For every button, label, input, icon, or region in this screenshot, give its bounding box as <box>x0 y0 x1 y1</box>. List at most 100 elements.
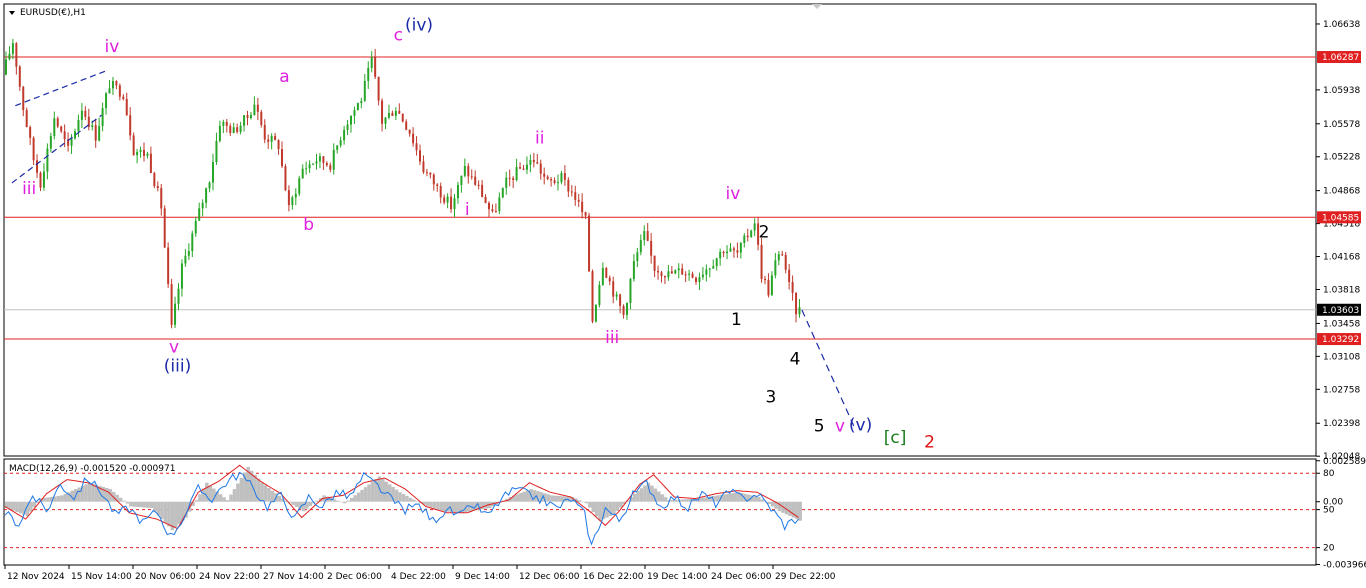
wave-label[interactable]: 4 <box>790 350 801 370</box>
candle-body <box>784 254 787 270</box>
wave-label[interactable]: [c] <box>884 428 907 448</box>
chart-canvas[interactable]: 1.06638 1.05938 1.05578 1.05228 1.04868 1.045… <box>0 0 1366 588</box>
candle-body <box>70 138 73 146</box>
macd-histogram-bar <box>46 497 50 502</box>
macd-histogram-bar <box>122 500 126 502</box>
candle-body <box>795 292 798 315</box>
candle-body <box>301 168 304 179</box>
macd-histogram-bar <box>153 501 157 512</box>
candle-body <box>477 184 480 186</box>
wave-label[interactable]: ii <box>535 128 544 148</box>
wave-label[interactable]: iv <box>105 37 120 57</box>
macd-histogram-bar <box>519 493 523 502</box>
candle-body <box>143 149 145 156</box>
wave-label[interactable]: (v) <box>849 416 872 436</box>
wave-label[interactable]: v <box>169 337 179 357</box>
wave-label[interactable]: 2 <box>759 223 770 243</box>
candle-body <box>336 145 339 150</box>
wave-label[interactable]: c <box>394 26 403 46</box>
candle-body <box>425 172 428 174</box>
candle-body <box>222 121 225 126</box>
macd-histogram-bar <box>657 491 661 502</box>
wave-label[interactable]: 3 <box>765 387 776 407</box>
time-axis-label: 12 Nov 2024 <box>7 572 65 582</box>
candle-body <box>481 184 484 198</box>
macd-histogram-bar <box>594 501 599 517</box>
wave-label[interactable]: (iv) <box>405 15 433 35</box>
macd-axis-label: 0.002589 <box>1323 457 1366 467</box>
candle-body <box>167 247 170 285</box>
macd-axis-label: -0.003966 <box>1323 560 1366 570</box>
macd-histogram-bar <box>146 501 150 508</box>
candle-body <box>25 110 28 128</box>
time-axis-label: 2 Dec 06:00 <box>327 572 382 582</box>
macd-histogram-bar <box>525 490 530 502</box>
wave-label[interactable]: iv <box>726 184 741 204</box>
wave-label[interactable]: 2 <box>924 433 935 453</box>
macd-histogram-bar <box>412 499 416 502</box>
candle-body <box>287 190 290 206</box>
macd-histogram-bar <box>356 492 361 502</box>
wave-label[interactable]: 1 <box>731 310 742 330</box>
macd-histogram-bar <box>701 497 706 502</box>
candle-body <box>670 271 673 274</box>
candle-body <box>367 67 370 81</box>
candle-body <box>474 176 477 185</box>
time-axis-label: 4 Dec 22:00 <box>391 572 446 582</box>
wave-label[interactable]: v <box>835 417 845 437</box>
wave-label[interactable]: a <box>279 67 289 87</box>
candle-body <box>632 261 635 280</box>
macd-histogram-bar <box>415 501 419 502</box>
candle-body <box>415 143 418 151</box>
candle-body <box>267 139 270 142</box>
candle-body <box>350 115 352 125</box>
macd-axis-label: 50 <box>1323 506 1335 516</box>
candle-body <box>60 126 63 132</box>
candle-body <box>467 165 470 177</box>
macd-histogram-bar <box>291 501 295 505</box>
candle-body <box>8 53 11 60</box>
wave-label[interactable]: i <box>465 200 470 220</box>
price-pane[interactable] <box>3 3 1317 457</box>
candle-body <box>629 279 632 303</box>
macd-histogram-bar <box>239 477 244 502</box>
candle-body <box>246 115 249 119</box>
macd-histogram-bar <box>632 493 637 502</box>
macd-histogram-bar <box>63 493 68 502</box>
candle-body <box>46 148 49 172</box>
macd-histogram-bar <box>757 496 761 502</box>
candle-body <box>387 112 390 118</box>
macd-histogram-bar <box>267 488 271 502</box>
candle-body <box>557 182 559 184</box>
time-axis-label: 19 Dec 14:00 <box>647 572 708 582</box>
macd-pane[interactable] <box>3 458 1317 566</box>
candle-body <box>505 177 508 188</box>
macd-histogram-bar <box>436 501 440 510</box>
wave-label[interactable]: 5 <box>814 417 825 437</box>
macd-histogram-bar <box>453 501 457 513</box>
wave-label[interactable]: (iii) <box>164 356 191 376</box>
candle-body <box>798 307 801 315</box>
candle-body <box>774 260 777 276</box>
macd-histogram-bar <box>384 481 388 502</box>
candle-body <box>160 188 163 209</box>
macd-histogram-bar <box>760 499 764 502</box>
macd-histogram-bar <box>18 501 23 514</box>
macd-histogram-bar <box>394 489 399 502</box>
candle-body <box>277 140 280 150</box>
candle-body <box>401 113 404 122</box>
macd-histogram-bar <box>367 484 371 502</box>
candle-body <box>729 248 732 252</box>
macd-histogram-bar <box>194 500 199 502</box>
macd-histogram-bar <box>591 501 595 512</box>
candle-body <box>663 276 666 278</box>
macd-histogram-bar <box>798 501 802 521</box>
macd-histogram-bar <box>581 501 585 503</box>
wave-label[interactable]: b <box>303 215 314 235</box>
price-axis-label: 1.05938 <box>1323 86 1360 96</box>
wave-label[interactable]: iii <box>22 179 36 199</box>
wave-label[interactable]: iii <box>605 328 619 348</box>
candle-body <box>753 223 756 231</box>
candle-body <box>22 86 25 111</box>
candle-body <box>560 173 563 183</box>
